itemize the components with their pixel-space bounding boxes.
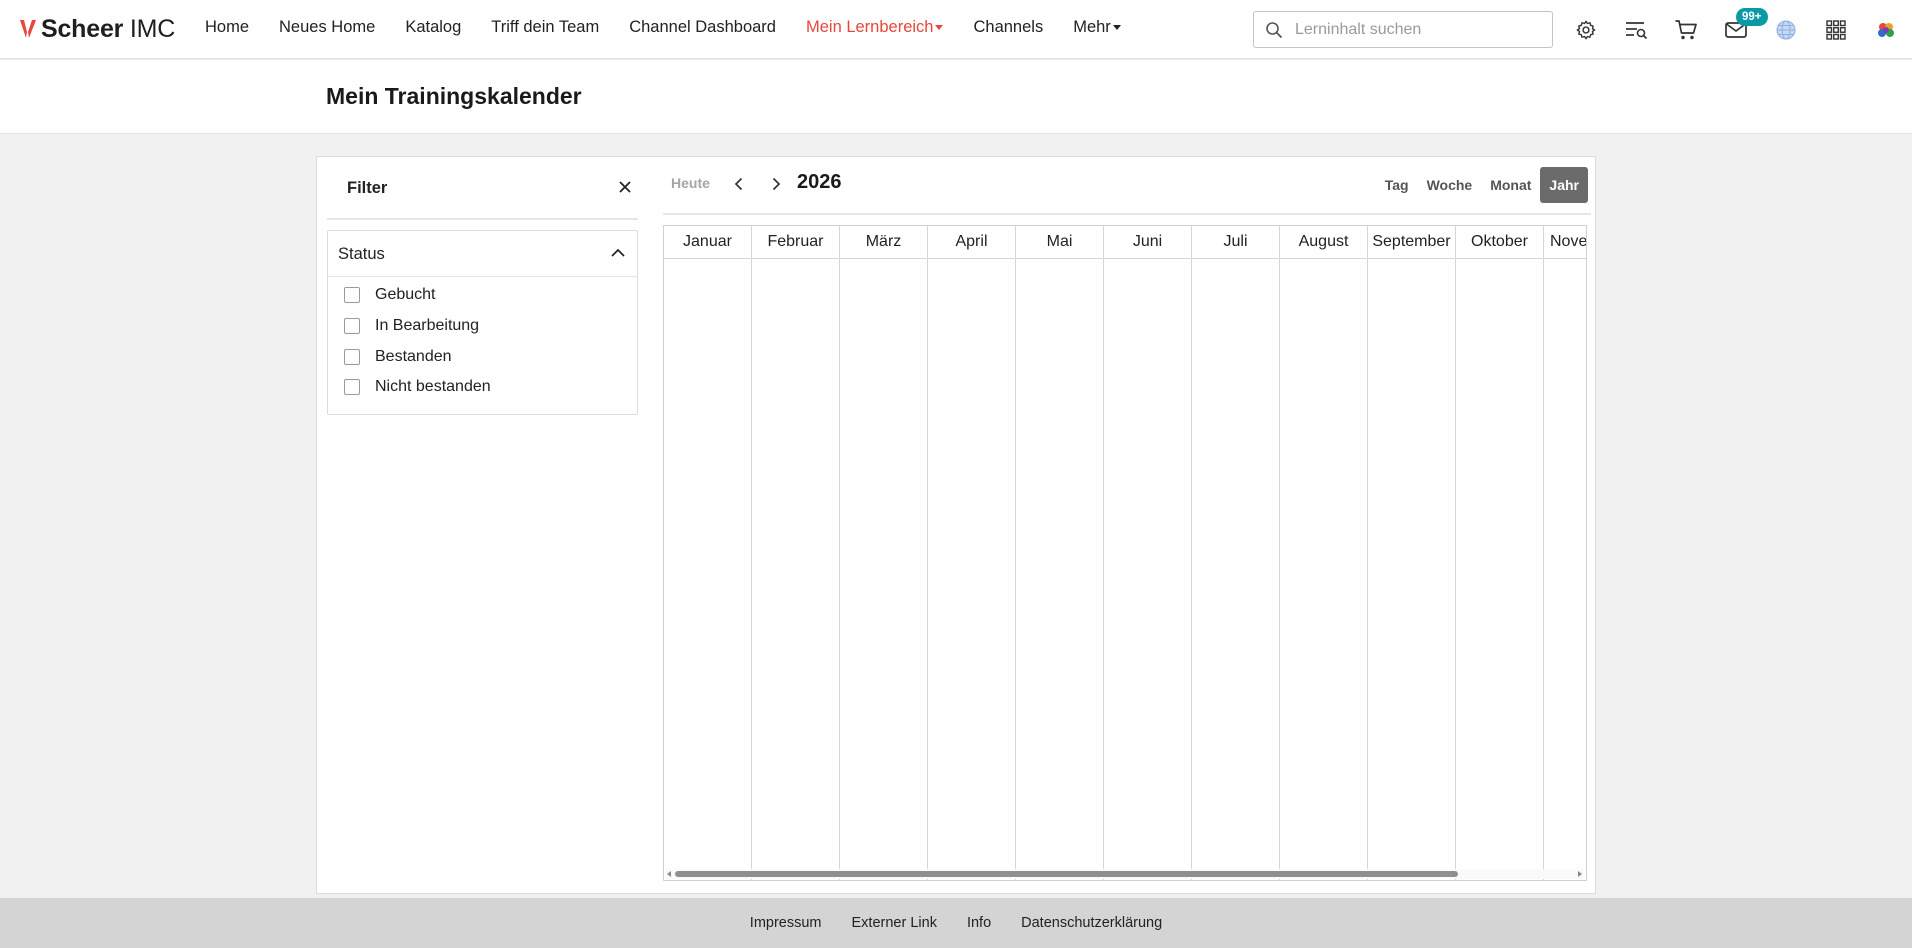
month-header: Januar <box>664 226 751 259</box>
top-navigation-bar: Scheer IMC Home Neues Home Katalog Triff… <box>0 0 1912 59</box>
month-column-mai[interactable]: Mai <box>1016 226 1104 880</box>
brand-name: Scheer IMC <box>41 14 176 43</box>
view-day-button[interactable]: Tag <box>1376 167 1418 203</box>
page-footer: Impressum Externer Link Info Datenschutz… <box>0 898 1912 948</box>
filter-title: Filter <box>347 179 388 197</box>
notification-badge: 99+ <box>1736 8 1768 26</box>
month-column-juni[interactable]: Juni <box>1104 226 1192 880</box>
status-filter-label: Status <box>338 245 385 263</box>
learning-list-button[interactable] <box>1623 17 1649 43</box>
month-header: August <box>1280 226 1367 259</box>
settings-button[interactable] <box>1573 17 1599 43</box>
status-option-nicht-bestanden[interactable]: Nicht bestanden <box>344 378 491 396</box>
search-box <box>1253 11 1553 48</box>
view-week-button[interactable]: Woche <box>1418 167 1482 203</box>
nav-item-mehr[interactable]: Mehr <box>1073 18 1121 37</box>
month-header: Juli <box>1192 226 1279 259</box>
nav-item-home[interactable]: Home <box>205 18 249 37</box>
month-columns: Januar Februar März April Mai Juni Juli … <box>664 226 1586 880</box>
profile-logo-icon <box>1878 23 1894 37</box>
scroll-right-arrow-icon[interactable] <box>1578 871 1582 877</box>
search-input[interactable] <box>1295 20 1545 39</box>
nav-item-mein-lernbereich[interactable]: Mein Lernbereich <box>806 18 944 37</box>
dropdown-caret-icon <box>1112 25 1121 30</box>
chevron-left-icon[interactable] <box>730 175 748 193</box>
search-icon <box>1266 21 1282 38</box>
status-filter-group: Status Gebucht In Bearbeitung Bestanden … <box>327 230 638 415</box>
checkbox[interactable] <box>344 379 360 395</box>
status-option-bestanden[interactable]: Bestanden <box>344 348 452 366</box>
checkbox[interactable] <box>344 349 360 365</box>
month-column-maerz[interactable]: März <box>840 226 928 880</box>
month-header: Mai <box>1016 226 1103 259</box>
scrollbar-thumb[interactable] <box>675 871 1458 877</box>
status-filter-toggle[interactable]: Status <box>328 231 637 277</box>
month-column-januar[interactable]: Januar <box>664 226 752 880</box>
horizontal-scrollbar[interactable] <box>665 869 1585 879</box>
training-calendar-card: Filter Status Gebucht In Bearbeitung Bes… <box>316 156 1596 894</box>
year-calendar-grid: Januar Februar März April Mai Juni Juli … <box>663 225 1587 881</box>
playlist-search-icon <box>1626 22 1648 40</box>
month-header: November <box>1544 226 1586 259</box>
apps-button[interactable] <box>1823 17 1849 43</box>
page-title: Mein Trainingskalender <box>326 83 582 109</box>
page-header: Mein Trainingskalender <box>0 60 1912 134</box>
month-header: Juni <box>1104 226 1191 259</box>
profile-button[interactable] <box>1873 17 1899 43</box>
month-column-november[interactable]: November <box>1544 226 1586 880</box>
month-column-april[interactable]: April <box>928 226 1016 880</box>
language-button[interactable] <box>1773 17 1799 43</box>
footer-link-impressum[interactable]: Impressum <box>750 915 822 931</box>
month-column-februar[interactable]: Februar <box>752 226 840 880</box>
nav-item-triff-dein-team[interactable]: Triff dein Team <box>491 18 599 37</box>
month-header: September <box>1368 226 1455 259</box>
status-option-in-bearbeitung[interactable]: In Bearbeitung <box>344 317 479 335</box>
month-header: Februar <box>752 226 839 259</box>
month-column-juli[interactable]: Juli <box>1192 226 1280 880</box>
month-header: Oktober <box>1456 226 1543 259</box>
cart-icon <box>1675 20 1697 40</box>
dropdown-caret-icon <box>935 25 944 30</box>
nav-item-channel-dashboard[interactable]: Channel Dashboard <box>629 18 776 37</box>
month-column-august[interactable]: August <box>1280 226 1368 880</box>
month-column-september[interactable]: September <box>1368 226 1456 880</box>
gear-icon <box>1576 20 1596 40</box>
close-icon[interactable] <box>617 179 633 195</box>
nav-item-neues-home[interactable]: Neues Home <box>279 18 375 37</box>
nav-item-channels[interactable]: Channels <box>973 18 1043 37</box>
today-button[interactable]: Heute <box>671 175 710 191</box>
view-year-button[interactable]: Jahr <box>1540 167 1588 203</box>
main-navigation: Home Neues Home Katalog Triff dein Team … <box>205 18 1151 37</box>
month-header: März <box>840 226 927 259</box>
nav-item-katalog[interactable]: Katalog <box>405 18 461 37</box>
current-year: 2026 <box>797 171 842 193</box>
footer-link-datenschutz[interactable]: Datenschutzerklärung <box>1021 915 1162 931</box>
footer-links: Impressum Externer Link Info Datenschutz… <box>0 898 1912 948</box>
scroll-left-arrow-icon[interactable] <box>667 871 671 877</box>
month-header: April <box>928 226 1015 259</box>
checkbox[interactable] <box>344 318 360 334</box>
chevron-right-icon[interactable] <box>767 175 785 193</box>
cart-button[interactable] <box>1673 17 1699 43</box>
apps-grid-icon <box>1826 20 1846 40</box>
globe-icon <box>1776 20 1796 40</box>
month-column-oktober[interactable]: Oktober <box>1456 226 1544 880</box>
view-month-button[interactable]: Monat <box>1481 167 1540 203</box>
footer-link-info[interactable]: Info <box>967 915 991 931</box>
footer-link-externer-link[interactable]: Externer Link <box>852 915 937 931</box>
brand-logo[interactable]: Scheer IMC <box>19 14 175 44</box>
filter-header: Filter <box>327 157 638 220</box>
scheer-logo-mark-icon <box>20 20 36 38</box>
toolbar-divider <box>663 213 1591 215</box>
checkbox[interactable] <box>344 287 360 303</box>
status-option-gebucht[interactable]: Gebucht <box>344 286 435 304</box>
view-switcher: Tag Woche Monat Jahr <box>1376 167 1588 203</box>
chevron-up-icon <box>611 248 625 257</box>
